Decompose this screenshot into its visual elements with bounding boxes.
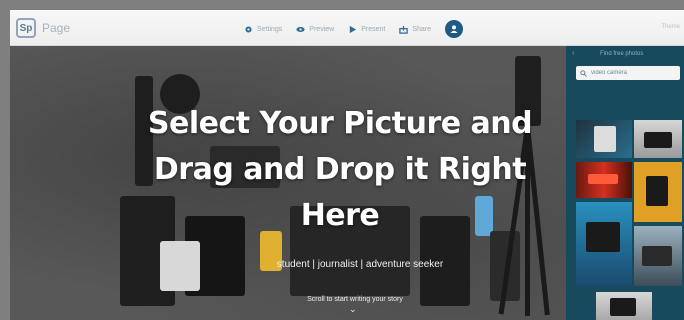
gear-icon xyxy=(245,25,252,33)
photo-thumbnail[interactable] xyxy=(634,120,682,158)
app-name: Page xyxy=(42,21,71,35)
share-label: Share xyxy=(412,25,432,33)
present-label: Present xyxy=(361,25,386,33)
theme-button[interactable]: Theme xyxy=(661,24,680,30)
chevron-down-icon[interactable]: ⌄ xyxy=(349,304,357,315)
panel-title: Find free photos xyxy=(600,51,644,57)
tagline[interactable]: student | journalist | adventure seeker xyxy=(250,259,470,270)
panel-header: ‹ Find free photos xyxy=(566,46,684,64)
hero-drop-zone[interactable]: Select Your Picture and Drag and Drop it… xyxy=(10,46,566,320)
gear-photo-item xyxy=(160,241,200,291)
photo-search-box[interactable] xyxy=(576,66,680,80)
photo-thumbnail[interactable] xyxy=(576,202,632,286)
photo-search-panel: ‹ Find free photos xyxy=(566,46,684,320)
app-logo: Sp xyxy=(16,18,36,38)
photo-thumbnail[interactable] xyxy=(576,162,632,198)
scroll-hint[interactable]: Scroll to start writing your story xyxy=(275,296,435,303)
play-icon xyxy=(350,25,357,33)
search-icon xyxy=(580,69,587,77)
person-icon xyxy=(450,25,458,33)
preview-label: Preview xyxy=(309,25,335,33)
eye-icon xyxy=(296,26,305,32)
user-avatar-icon[interactable] xyxy=(445,20,464,38)
photo-search-input[interactable] xyxy=(591,70,671,76)
share-icon xyxy=(399,25,409,34)
settings-button[interactable]: Settings xyxy=(244,25,282,34)
hero-title: Select Your Picture and Drag and Drop it… xyxy=(147,106,533,233)
photo-thumbnail[interactable] xyxy=(634,226,682,286)
settings-label: Settings xyxy=(257,25,283,33)
photo-thumbnail[interactable] xyxy=(634,162,682,222)
preview-button[interactable]: Preview xyxy=(296,25,334,34)
photo-thumbnail[interactable] xyxy=(596,292,652,320)
present-button[interactable]: Present xyxy=(348,25,385,34)
toolbar-nav: Settings Preview Present Share xyxy=(244,20,464,38)
share-button[interactable]: Share xyxy=(399,25,431,34)
photo-thumbnail[interactable] xyxy=(576,120,632,158)
top-toolbar: Sp Page Settings Preview Present Share T… xyxy=(10,10,684,46)
brand[interactable]: Sp Page xyxy=(16,18,70,38)
back-arrow-icon[interactable]: ‹ xyxy=(572,50,574,57)
